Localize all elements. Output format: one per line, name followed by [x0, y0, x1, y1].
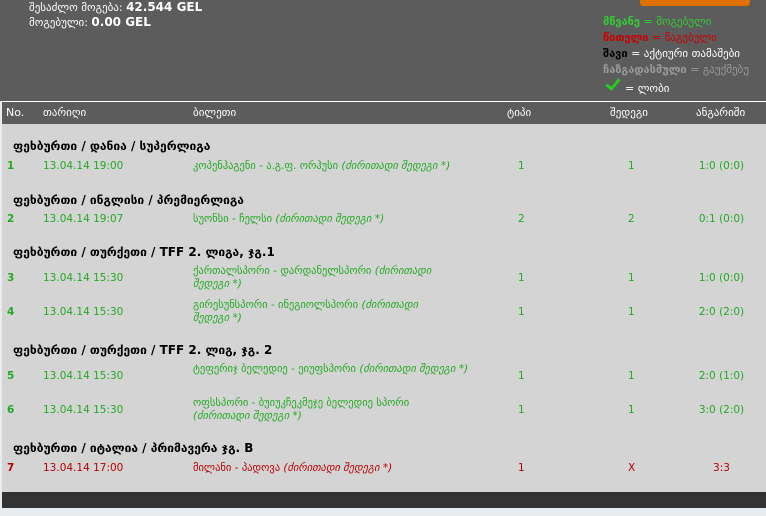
row-score: 3:3	[713, 462, 730, 474]
table-header: No. თარიღი ბილეთი ტიპი შედეგი ანგარიში	[2, 101, 766, 124]
row-type: 1	[518, 404, 525, 416]
row-result: 1	[628, 306, 635, 318]
table-row: 4 13.04.14 15:30 გირესუნსპორი - ინეგიოლს…	[2, 299, 766, 329]
legend-green-value: = მოგებული	[643, 15, 712, 28]
row-no: 7	[7, 462, 15, 474]
row-date: 13.04.14 19:00	[43, 160, 124, 172]
row-no: 4	[7, 306, 15, 318]
row-date: 13.04.14 15:30	[43, 370, 124, 382]
row-date: 13.04.14 15:30	[43, 272, 124, 284]
row-date: 13.04.14 15:30	[43, 306, 124, 318]
row-result: 1	[628, 160, 635, 172]
row-match: სუონსი - ჩელსი	[193, 213, 273, 225]
row-no: 3	[7, 272, 15, 284]
row-score: 3:0 (2:0)	[698, 404, 745, 416]
row-no: 1	[7, 160, 15, 172]
row-score: 2:0 (1:0)	[698, 370, 745, 382]
row-ticket: ოფსსპორი - ბუიუკჩეკმეჯე ბელედიე სპორი (ძ…	[193, 397, 443, 423]
legend-red-value: = წაგებული	[652, 31, 717, 44]
legend-green-key: მწვანე	[603, 15, 640, 28]
row-match: გირესუნსპორი - ინეგიოლსპორი	[193, 299, 359, 311]
checkmark-icon	[605, 75, 621, 91]
table-row: 2 13.04.14 19:07 სუონსი - ჩელსი (ძირითად…	[2, 213, 766, 243]
won-label: მოგებული:	[29, 16, 88, 29]
league-header: ფეხბურთი / ინგლისი / პრემიერლიგა	[13, 193, 244, 207]
table-row: 3 13.04.14 15:30 ქართალსპორი - დარდანელს…	[2, 265, 766, 295]
table-row: 1 13.04.14 19:00 კოპენჰაგენი - ა.გ.ფ. ორ…	[2, 160, 766, 190]
table-row: 7 13.04.14 17:00 მილანი - პადოვა (ძირითა…	[2, 462, 766, 492]
legend-grey-key: ჩაზგადასმული	[603, 63, 687, 76]
row-match: მილანი - პადოვა	[193, 462, 281, 474]
row-date: 13.04.14 15:30	[43, 404, 124, 416]
row-score: 2:0 (2:0)	[698, 306, 745, 318]
row-type: 2	[518, 213, 525, 225]
row-kind: (ძირითადი შედეგი *)	[341, 160, 451, 172]
row-score: 1:0 (0:0)	[698, 272, 745, 284]
row-result: 1	[628, 404, 635, 416]
row-result: 1	[628, 272, 635, 284]
header-ticket: ბილეთი	[193, 106, 237, 119]
top-bar: შესაძლო მოგება: 42.544 GEL მოგებული: 0.0…	[0, 0, 766, 101]
top-action-button[interactable]	[640, 0, 750, 6]
row-ticket: კოპენჰაგენი - ა.გ.ფ. ორჰუსი (ძირითადი შე…	[193, 160, 463, 173]
row-ticket: მილანი - პადოვა (ძირითადი შედეგი *)	[193, 462, 463, 475]
row-match: ოფსსპორი - ბუიუკჩეკმეჯე ბელედიე სპორი	[193, 397, 410, 409]
possible-win-value: 42.544 GEL	[126, 0, 203, 14]
row-type: 1	[518, 370, 525, 382]
possible-win-label: შესაძლო მოგება:	[29, 1, 123, 14]
row-ticket: ტეფერიჯ ბელედიე - ეიუფსპორი (ძირითადი შე…	[193, 363, 473, 376]
row-result: 2	[628, 213, 635, 225]
row-no: 2	[7, 213, 15, 225]
row-no: 6	[7, 404, 15, 416]
row-type: 1	[518, 306, 525, 318]
row-ticket: ქართალსპორი - დარდანელსპორი (ძირითადი შე…	[193, 265, 448, 291]
row-type: 1	[518, 462, 525, 474]
legend-grey-value: = გაუქმებუ	[690, 63, 749, 76]
row-kind: (ძირითადი შედეგი *)	[359, 363, 469, 375]
row-match: ქართალსპორი - დარდანელსპორი	[193, 265, 372, 277]
row-kind: (ძირითადი შედეგი *)	[193, 410, 302, 422]
table-row: 5 13.04.14 15:30 ტეფერიჯ ბელედიე - ეიუფს…	[2, 363, 766, 393]
table-row: 6 13.04.14 15:30 ოფსსპორი - ბუიუკჩეკმეჯე…	[2, 397, 766, 427]
header-result: შედეგი	[610, 106, 648, 119]
legend-red-key: წითელი	[603, 31, 649, 44]
row-kind: (ძირითადი შედეგი *)	[283, 462, 393, 474]
row-match: კოპენჰაგენი - ა.გ.ფ. ორჰუსი	[193, 160, 339, 172]
row-type: 1	[518, 272, 525, 284]
color-legend: მწვანე = მოგებული წითელი = წაგებული შავი…	[603, 14, 749, 97]
header-date: თარიღი	[43, 106, 87, 119]
league-header: ფეხბურთი / თურქეთი / TFF 2. ლიგ, ჯგ. 2	[13, 343, 273, 357]
row-date: 13.04.14 17:00	[43, 462, 124, 474]
ticket-table: No. თარიღი ბილეთი ტიპი შედეგი ანგარიში ფ…	[2, 101, 766, 492]
row-kind: (ძირითადი შედეგი *)	[275, 213, 385, 225]
row-match: ტეფერიჯ ბელედიე - ეიუფსპორი	[193, 363, 356, 375]
row-score: 0:1 (0:0)	[698, 213, 745, 225]
footer-bar	[2, 492, 766, 508]
row-ticket: გირესუნსპორი - ინეგიოლსპორი (ძირითადი შე…	[193, 299, 448, 325]
row-date: 13.04.14 19:07	[43, 213, 124, 225]
bet-summary: შესაძლო მოგება: 42.544 GEL მოგებული: 0.0…	[29, 0, 202, 30]
header-no: No.	[6, 106, 25, 119]
header-score: ანგარიში	[696, 106, 746, 119]
league-header: ფეხბურთი / იტალია / პრიმავერა ჯგ. B	[13, 441, 254, 455]
row-result: 1	[628, 370, 635, 382]
legend-black-key: შავი	[603, 47, 628, 60]
legend-black-value: = აქტიური თამაშები	[631, 47, 740, 60]
row-score: 1:0 (0:0)	[698, 160, 745, 172]
won-value: 0.00 GEL	[91, 15, 151, 29]
row-ticket: სუონსი - ჩელსი (ძირითადი შედეგი *)	[193, 213, 463, 226]
legend-check-value: = ლობი	[625, 82, 670, 95]
league-header: ფეხბურთი / თურქეთი / TFF 2. ლიგა, ჯგ.1	[13, 245, 275, 259]
league-header: ფეხბურთი / დანია / სუპერლიგა	[13, 139, 211, 153]
header-type: ტიპი	[507, 106, 532, 119]
row-type: 1	[518, 160, 525, 172]
row-no: 5	[7, 370, 15, 382]
row-result: X	[628, 462, 636, 474]
